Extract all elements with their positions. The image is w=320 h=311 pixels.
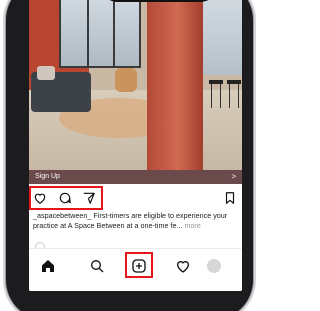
post-image[interactable] [29, 0, 242, 170]
photo-pillar [147, 0, 203, 170]
post-caption: _aspacebetween_ First-timers are eligibl… [33, 211, 238, 231]
chevron-right-icon: > [231, 172, 236, 181]
more-link[interactable]: more [184, 221, 200, 230]
activity-icon[interactable] [175, 258, 191, 274]
sign-up-label: Sign Up [35, 173, 60, 180]
username[interactable]: _aspacebetween_ [33, 211, 91, 220]
profile-avatar[interactable] [207, 259, 221, 273]
phone-notch [103, 0, 215, 2]
photo-chair [115, 68, 137, 92]
photo-stool [227, 80, 241, 108]
post-actions-bar [29, 186, 242, 210]
photo-stool [209, 80, 223, 108]
highlight-box-actions [29, 186, 103, 210]
bottom-tab-bar [29, 248, 242, 291]
search-icon[interactable] [89, 258, 105, 274]
home-icon[interactable] [40, 258, 56, 274]
create-post-icon[interactable] [131, 258, 147, 274]
phone-frame: Sign Up > _aspacebetween_ First-timers a… [6, 0, 253, 311]
sign-up-cta[interactable]: Sign Up > [29, 170, 242, 184]
instagram-feed-screen: Sign Up > _aspacebetween_ First-timers a… [29, 0, 242, 291]
bookmark-icon[interactable] [223, 191, 237, 205]
photo-cushion [37, 66, 55, 80]
photo-window [59, 0, 141, 68]
